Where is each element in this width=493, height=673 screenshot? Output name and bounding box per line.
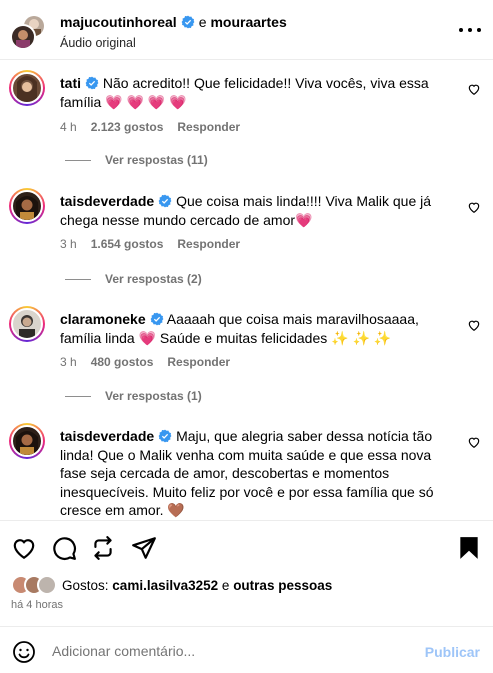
comment-likes[interactable]: 1.654 gostos	[91, 237, 164, 251]
like-comment-heart-icon[interactable]	[467, 435, 481, 449]
comment-meta: 3 h 480 gostos Responder	[60, 355, 230, 369]
verified-icon	[158, 429, 172, 443]
divider-line	[65, 395, 91, 397]
repost-icon[interactable]	[90, 535, 116, 561]
heart-emoji-icon: 💗	[295, 211, 313, 228]
comment-username[interactable]: claramoneke	[60, 311, 146, 327]
send-icon[interactable]	[131, 535, 157, 561]
like-comment-heart-icon[interactable]	[467, 318, 481, 332]
comment-meta: 3 h 1.654 gostos Responder	[60, 237, 240, 251]
sparkles-emoji-icon: ✨ ✨ ✨	[331, 329, 392, 346]
like-comment-heart-icon[interactable]	[467, 82, 481, 96]
header-usernames: majucoutinhoreal e mouraartes	[60, 14, 287, 30]
comment-body-2: Saúde e muitas felicidades	[159, 329, 328, 346]
liked-by-others[interactable]: outras pessoas	[233, 578, 332, 593]
comment-text: taisdeverdade Maju, que alegria saber de…	[60, 427, 455, 520]
avatar	[37, 575, 57, 595]
verified-icon	[85, 76, 99, 90]
comment-text: claramoneke Aaaaah que coisa mais maravi…	[60, 310, 455, 347]
comment-meta: 4 h 2.123 gostos Responder	[60, 120, 240, 134]
view-replies-label: Ver respostas (11)	[105, 153, 208, 167]
header-avatars[interactable]	[10, 14, 46, 50]
emoji-icon[interactable]	[12, 640, 36, 664]
comment-icon[interactable]	[51, 535, 77, 561]
comment-username[interactable]: tati	[60, 75, 81, 91]
comment-username[interactable]: taisdeverdade	[60, 193, 154, 209]
view-replies-label: Ver respostas (1)	[105, 389, 202, 403]
avatar[interactable]	[9, 306, 45, 342]
bookmark-icon[interactable]	[456, 535, 482, 561]
divider-line	[65, 159, 91, 161]
brown-heart-emoji-icon: 🤎	[167, 502, 185, 518]
view-replies-button[interactable]: Ver respostas (1)	[65, 389, 202, 403]
post-time: há 4 horas	[11, 599, 63, 611]
post-header: majucoutinhoreal e mouraartes Áudio orig…	[0, 0, 493, 60]
header-user2[interactable]: mouraartes	[210, 14, 286, 30]
view-replies-label: Ver respostas (2)	[105, 272, 202, 286]
verified-icon	[158, 194, 172, 208]
comment-text: taisdeverdade Que coisa mais linda!!!! V…	[60, 192, 455, 229]
dot-icon	[459, 28, 463, 32]
liked-by-user[interactable]: cami.lasilva3252	[112, 578, 218, 593]
comment-time: 3 h	[60, 355, 77, 369]
header-user1[interactable]: majucoutinhoreal	[60, 14, 177, 30]
reply-button[interactable]: Responder	[177, 237, 240, 251]
dot-icon	[477, 28, 481, 32]
avatar[interactable]	[9, 423, 45, 459]
avatar[interactable]	[9, 70, 45, 106]
comment-time: 3 h	[60, 237, 77, 251]
heart-emoji-icon: 💗 💗 💗 💗	[105, 93, 187, 110]
liked-middle: e	[221, 577, 230, 593]
comment-text: tati Não acredito!! Que felicidade!! Viv…	[60, 74, 455, 111]
verified-icon	[181, 15, 195, 29]
verified-icon	[150, 312, 164, 326]
view-replies-button[interactable]: Ver respostas (11)	[65, 153, 208, 167]
header-and: e	[198, 14, 207, 30]
comment-likes[interactable]: 480 gostos	[91, 355, 154, 369]
view-replies-button[interactable]: Ver respostas (2)	[65, 272, 202, 286]
publish-button[interactable]: Publicar	[425, 644, 480, 660]
liked-by-text: Gostos: cami.lasilva3252 e outras pessoa…	[62, 578, 332, 593]
reply-button[interactable]: Responder	[177, 120, 240, 134]
more-options-button[interactable]	[459, 20, 481, 40]
like-comment-heart-icon[interactable]	[467, 200, 481, 214]
heart-icon[interactable]	[11, 535, 37, 561]
avatar[interactable]	[9, 188, 45, 224]
divider-line	[65, 278, 91, 280]
avatar	[10, 24, 36, 50]
comment-likes[interactable]: 2.123 gostos	[91, 120, 164, 134]
comment-input[interactable]	[52, 643, 392, 659]
add-comment-bar: Publicar	[0, 626, 493, 673]
reply-button[interactable]: Responder	[167, 355, 230, 369]
heart-emoji-icon: 💗	[138, 329, 157, 346]
dot-icon	[468, 28, 472, 32]
comment-time: 4 h	[60, 120, 77, 134]
liked-by: Gostos: cami.lasilva3252 e outras pessoa…	[11, 575, 332, 595]
liked-prefix: Gostos:	[62, 577, 109, 593]
comment-username[interactable]: taisdeverdade	[60, 428, 154, 444]
audio-label[interactable]: Áudio original	[60, 36, 136, 50]
